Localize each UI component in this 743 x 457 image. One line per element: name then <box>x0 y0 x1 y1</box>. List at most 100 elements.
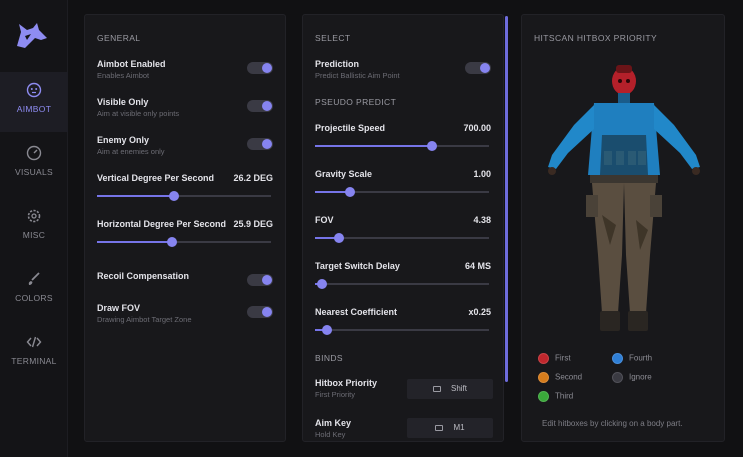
nav-aimbot-label: AIMBOT <box>16 104 52 114</box>
projectile-speed-value: 700.00 <box>463 123 491 133</box>
hitbox-hint: Edit hitboxes by clicking on a body part… <box>542 419 683 428</box>
aimbot-face-icon <box>26 82 42 98</box>
nav-colors-label: COLORS <box>15 293 53 303</box>
sidebar: AIMBOT VISUALS MISC COLORS TERMINAL <box>0 0 68 457</box>
slider-thumb[interactable] <box>316 279 327 289</box>
brush-icon <box>28 272 40 285</box>
vertical-degree-value: 26.2 DEG <box>233 173 273 183</box>
slider-thumb[interactable] <box>344 187 355 197</box>
legend-third[interactable]: Third <box>538 391 573 402</box>
gear-icon <box>27 209 41 223</box>
gravity-scale-value: 1.00 <box>473 169 491 179</box>
code-icon <box>26 336 42 348</box>
recoil-compensation-toggle[interactable] <box>247 274 273 286</box>
legend-first-label: First <box>555 353 571 363</box>
left-arm-hitbox[interactable] <box>548 105 594 169</box>
enemy-only-toggle[interactable] <box>247 138 273 150</box>
toggle-knob <box>262 101 272 111</box>
legend-fourth-label: Fourth <box>629 353 653 363</box>
slider-thumb[interactable] <box>168 191 179 201</box>
keyboard-icon <box>435 425 444 431</box>
aim-key-button[interactable]: M1 <box>407 418 493 438</box>
visible-only-toggle[interactable] <box>247 100 273 112</box>
legend-second[interactable]: Second <box>538 372 582 383</box>
slider-track <box>315 283 489 285</box>
target-switch-delay-slider[interactable] <box>315 279 489 289</box>
select-panel: SELECT Prediction Predict Ballistic Aim … <box>302 14 504 442</box>
general-panel: GENERAL Aimbot Enabled Enables Aimbot Vi… <box>84 14 286 442</box>
aimbot-enabled-toggle[interactable] <box>247 62 273 74</box>
toggle-knob <box>262 275 272 285</box>
recoil-compensation-row: Recoil Compensation <box>97 271 273 286</box>
toggle-knob <box>480 63 490 73</box>
target-switch-delay-value: 64 MS <box>464 261 491 271</box>
right-arm-hitbox[interactable] <box>654 105 700 169</box>
aimbot-enabled-desc: Enables Aimbot <box>97 71 150 80</box>
aim-key-value: M1 <box>453 423 465 432</box>
draw-fov-desc: Drawing Aimbot Target Zone <box>97 315 192 324</box>
nav-misc[interactable]: MISC <box>0 198 68 258</box>
slider-thumb[interactable] <box>334 233 345 243</box>
horizontal-degree-value: 25.9 DEG <box>233 219 273 229</box>
nav-visuals[interactable]: VISUALS <box>0 135 68 195</box>
nav-terminal-label: TERMINAL <box>11 356 57 366</box>
legend-fourth-dot <box>612 353 623 364</box>
scrollbar[interactable] <box>505 16 508 382</box>
enemy-only-desc: Aim at enemies only <box>97 147 165 156</box>
character-model[interactable] <box>544 55 704 345</box>
legend-first-dot <box>538 353 549 364</box>
slider-thumb[interactable] <box>166 237 177 247</box>
pseudo-predict-title: PSEUDO PREDICT <box>315 97 397 107</box>
projectile-speed-row: Projectile Speed 700.00 <box>315 123 491 151</box>
legend-fourth[interactable]: Fourth <box>612 353 652 364</box>
select-title: SELECT <box>315 33 351 43</box>
gravity-scale-slider[interactable] <box>315 187 489 197</box>
horizontal-degree-slider[interactable] <box>97 237 271 247</box>
draw-fov-row: Draw FOV Drawing Aimbot Target Zone <box>97 303 273 324</box>
fov-value: 4.38 <box>473 215 491 225</box>
hitbox-priority-key: Shift <box>450 384 467 393</box>
projectile-speed-slider[interactable] <box>315 141 489 151</box>
slider-fill <box>97 195 174 197</box>
slider-fill <box>315 145 432 147</box>
nearest-coefficient-slider[interactable] <box>315 325 489 335</box>
legend-second-label: Second <box>555 372 583 382</box>
prediction-desc: Predict Ballistic Aim Point <box>315 71 400 80</box>
visible-only-desc: Aim at visible only points <box>97 109 180 118</box>
nearest-coefficient-label: Nearest Coefficient <box>315 307 398 317</box>
legend-second-dot <box>538 372 549 383</box>
visuals-gauge-icon <box>26 145 42 161</box>
nav-terminal[interactable]: TERMINAL <box>0 324 68 384</box>
gravity-scale-row: Gravity Scale 1.00 <box>315 169 491 197</box>
nav-visuals-label: VISUALS <box>14 167 53 177</box>
legend-third-label: Third <box>555 391 574 401</box>
slider-fill <box>97 241 172 243</box>
slider-thumb[interactable] <box>322 325 333 335</box>
toggle-knob <box>262 139 272 149</box>
fov-slider[interactable] <box>315 233 489 243</box>
hitbox-priority-key-button[interactable]: Shift <box>407 379 493 399</box>
general-title: GENERAL <box>97 33 141 43</box>
nav-aimbot[interactable]: AIMBOT <box>0 72 68 132</box>
nav-colors[interactable]: COLORS <box>0 261 68 321</box>
slider-thumb[interactable] <box>426 141 437 151</box>
legend-ignore[interactable]: Ignore <box>612 372 652 383</box>
vertical-degree-row: Vertical Degree Per Second 26.2 DEG <box>97 173 273 201</box>
vertical-degree-slider[interactable] <box>97 191 271 201</box>
fov-label: FOV <box>315 215 334 225</box>
nearest-coefficient-row: Nearest Coefficient x0.25 <box>315 307 491 335</box>
toggle-knob <box>262 307 272 317</box>
enemy-only-row: Enemy Only Aim at enemies only <box>97 135 273 156</box>
fov-row: FOV 4.38 <box>315 215 491 243</box>
prediction-toggle[interactable] <box>465 62 491 74</box>
visible-only-row: Visible Only Aim at visible only points <box>97 97 273 118</box>
hitbox-panel: HITSCAN HITBOX PRIORITY First Second Thi… <box>521 14 725 442</box>
gravity-scale-label: Gravity Scale <box>315 169 373 179</box>
legend-first[interactable]: First <box>538 353 571 364</box>
legend-third-dot <box>538 391 549 402</box>
keyboard-icon <box>432 386 441 392</box>
legend-ignore-label: Ignore <box>629 372 652 382</box>
horizontal-degree-row: Horizontal Degree Per Second 25.9 DEG <box>97 219 273 247</box>
nav-misc-label: MISC <box>22 230 46 240</box>
draw-fov-toggle[interactable] <box>247 306 273 318</box>
